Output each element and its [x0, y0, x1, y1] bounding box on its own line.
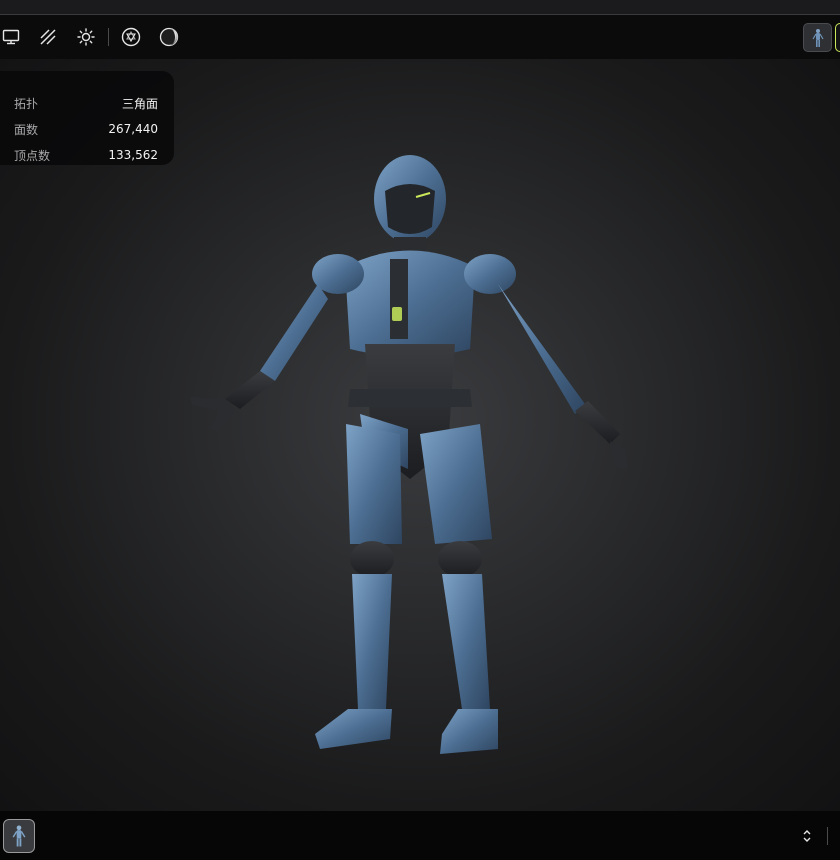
stat-label: 面数 — [14, 122, 39, 137]
stat-value: 三角面 — [121, 96, 158, 111]
monitor-icon[interactable] — [0, 26, 22, 48]
stat-value: 133,562 — [108, 148, 158, 162]
armored-character-model — [190, 155, 628, 754]
expand-collapse-stepper[interactable] — [800, 827, 814, 845]
material-sphere-icon[interactable] — [158, 26, 180, 48]
model-thumbnail[interactable] — [3, 819, 35, 853]
stat-row-topology: 拓扑 三角面 — [14, 94, 158, 112]
environment-icon[interactable] — [120, 26, 142, 48]
stat-label: 拓扑 — [14, 96, 39, 111]
bottom-divider — [827, 827, 828, 845]
model-preview-button[interactable] — [803, 23, 832, 52]
light-icon[interactable] — [75, 26, 97, 48]
3d-viewport[interactable]: 拓扑 三角面 面数 267,440 顶点数 133,562 — [0, 59, 840, 811]
stat-row-vertices: 顶点数 133,562 — [14, 146, 158, 164]
model-stats-panel: 拓扑 三角面 面数 267,440 顶点数 133,562 — [0, 71, 174, 165]
viewer-toolbar — [0, 15, 840, 59]
stat-label: 顶点数 — [14, 148, 51, 163]
window-top-strip — [0, 0, 840, 15]
toolbar-divider — [108, 28, 109, 46]
wireframe-icon[interactable] — [37, 26, 59, 48]
stat-row-faces: 面数 267,440 — [14, 120, 158, 138]
stat-value: 267,440 — [108, 122, 158, 136]
side-panel-toggle[interactable] — [835, 23, 840, 52]
bottom-bar — [0, 811, 840, 860]
